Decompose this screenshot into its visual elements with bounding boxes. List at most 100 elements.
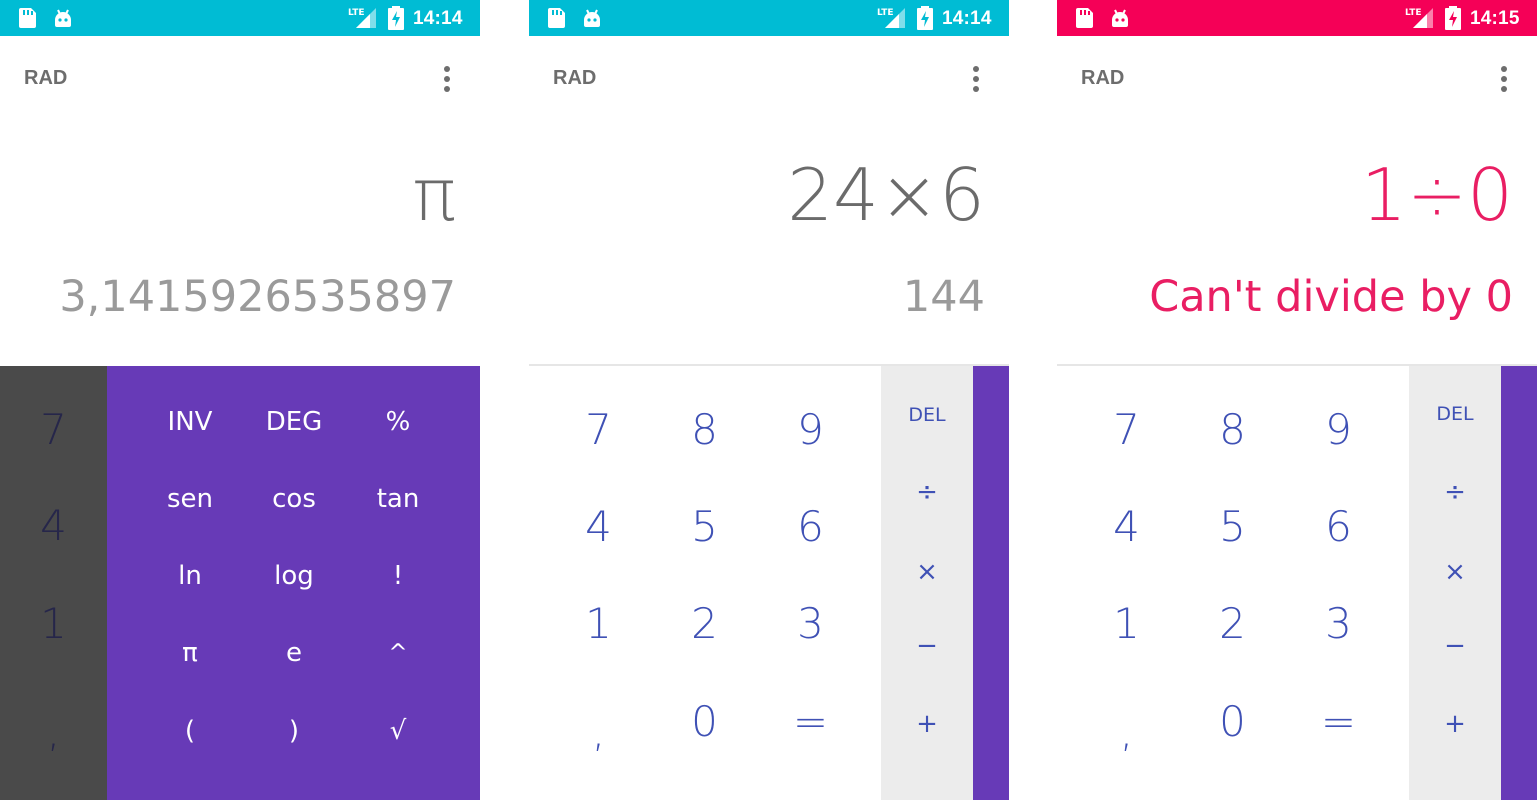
key-0[interactable]: 0 xyxy=(1180,674,1285,770)
angle-mode-label[interactable]: RAD xyxy=(24,67,67,90)
sd-card-icon xyxy=(19,8,36,28)
key-decimal-dimmed: , xyxy=(46,707,61,756)
key-2[interactable]: 2 xyxy=(652,576,757,672)
advanced-panel-handle[interactable] xyxy=(973,366,1009,800)
key-power[interactable]: ^ xyxy=(346,614,450,692)
key-7[interactable]: 7 xyxy=(546,382,651,478)
key-3[interactable]: 3 xyxy=(1286,576,1391,672)
calculator-screen-1: LTE 14:14 RAD π 3,1415926535897 7 4 1 , … xyxy=(0,0,480,800)
key-multiply[interactable]: × xyxy=(881,532,973,612)
overflow-menu-icon[interactable] xyxy=(436,64,458,94)
key-2[interactable]: 2 xyxy=(1180,576,1285,672)
sd-card-icon xyxy=(1076,8,1093,28)
key-equals[interactable]: = xyxy=(758,674,863,770)
android-icon xyxy=(584,9,600,27)
key-delete[interactable]: DEL xyxy=(1409,374,1501,454)
overflow-menu-icon[interactable] xyxy=(1493,64,1515,94)
status-bar: LTE 14:14 xyxy=(0,0,480,36)
key-subtract[interactable]: − xyxy=(881,606,973,686)
key-1-dimmed: 1 xyxy=(40,599,67,648)
key-log[interactable]: log xyxy=(242,537,346,615)
key-tan[interactable]: tan xyxy=(346,460,450,538)
key-add[interactable]: + xyxy=(1409,684,1501,764)
number-pad: 7 8 9 4 5 6 1 2 3 , 0 = xyxy=(1057,366,1409,800)
sd-card-icon xyxy=(548,8,565,28)
key-decimal[interactable]: , xyxy=(1074,684,1179,780)
advanced-panel-handle[interactable] xyxy=(1501,366,1537,800)
overflow-menu-icon[interactable] xyxy=(965,64,987,94)
key-3[interactable]: 3 xyxy=(758,576,863,672)
lte-signal-icon: LTE xyxy=(877,8,905,28)
key-divide[interactable]: ÷ xyxy=(881,452,973,532)
key-e[interactable]: e xyxy=(242,614,346,692)
lte-signal-icon: LTE xyxy=(348,8,376,28)
key-9[interactable]: 9 xyxy=(758,382,863,478)
key-8[interactable]: 8 xyxy=(652,382,757,478)
key-equals[interactable]: = xyxy=(1286,674,1391,770)
operator-pad: DEL ÷ × − + xyxy=(881,366,973,800)
keypad: 7 4 1 , INV DEG % sen cos tan ln log ! π… xyxy=(0,366,480,800)
calculator-screen-3: LTE 14:15 RAD 1÷0 Can't divide by 0 7 8 … xyxy=(1057,0,1537,800)
key-4[interactable]: 4 xyxy=(546,479,651,575)
status-bar: LTE 14:15 xyxy=(1057,0,1537,36)
calculator-screen-2: LTE 14:14 RAD 24×6 144 7 8 9 4 5 6 1 2 3… xyxy=(529,0,1009,800)
svg-text:LTE: LTE xyxy=(877,8,894,18)
key-1[interactable]: 1 xyxy=(546,576,651,672)
key-divide[interactable]: ÷ xyxy=(1409,452,1501,532)
android-icon xyxy=(55,9,71,27)
battery-charging-icon xyxy=(1445,6,1461,30)
error-message: Can't divide by 0 xyxy=(1149,272,1513,322)
lte-signal-icon: LTE xyxy=(1405,8,1433,28)
key-factorial[interactable]: ! xyxy=(346,537,450,615)
battery-charging-icon xyxy=(917,6,933,30)
keypad: 7 8 9 4 5 6 1 2 3 , 0 = DEL ÷ × − + xyxy=(529,366,1009,800)
key-decimal[interactable]: , xyxy=(546,684,651,780)
formula-display[interactable]: π xyxy=(413,152,456,238)
key-7-dimmed: 7 xyxy=(40,405,67,454)
angle-mode-label[interactable]: RAD xyxy=(1081,67,1124,90)
advanced-panel: INV DEG % sen cos tan ln log ! π e ^ ( )… xyxy=(107,366,480,800)
key-9[interactable]: 9 xyxy=(1286,382,1391,478)
key-7[interactable]: 7 xyxy=(1074,382,1179,478)
key-sqrt[interactable]: √ xyxy=(346,692,450,770)
result-display: 3,1415926535897 xyxy=(59,272,456,322)
key-8[interactable]: 8 xyxy=(1180,382,1285,478)
svg-text:LTE: LTE xyxy=(348,8,365,18)
key-5[interactable]: 5 xyxy=(652,479,757,575)
keypad: 7 8 9 4 5 6 1 2 3 , 0 = DEL ÷ × − + xyxy=(1057,366,1537,800)
formula-display[interactable]: 1÷0 xyxy=(1361,152,1513,238)
svg-text:LTE: LTE xyxy=(1405,8,1422,18)
key-4-dimmed: 4 xyxy=(40,501,67,550)
key-1[interactable]: 1 xyxy=(1074,576,1179,672)
key-5[interactable]: 5 xyxy=(1180,479,1285,575)
battery-charging-icon xyxy=(388,6,404,30)
operator-pad: DEL ÷ × − + xyxy=(1409,366,1501,800)
key-right-paren[interactable]: ) xyxy=(242,692,346,770)
key-6[interactable]: 6 xyxy=(1286,479,1391,575)
key-add[interactable]: + xyxy=(881,684,973,764)
key-6[interactable]: 6 xyxy=(758,479,863,575)
status-time: 14:14 xyxy=(942,8,992,29)
key-deg[interactable]: DEG xyxy=(242,383,346,461)
key-0[interactable]: 0 xyxy=(652,674,757,770)
status-time: 14:14 xyxy=(413,8,463,29)
key-cos[interactable]: cos xyxy=(242,460,346,538)
angle-mode-label[interactable]: RAD xyxy=(553,67,596,90)
key-delete[interactable]: DEL xyxy=(881,375,973,455)
key-percent[interactable]: % xyxy=(346,383,450,461)
formula-display[interactable]: 24×6 xyxy=(787,152,985,238)
key-left-paren[interactable]: ( xyxy=(138,692,242,770)
key-ln[interactable]: ln xyxy=(138,537,242,615)
key-sin[interactable]: sen xyxy=(138,460,242,538)
android-icon xyxy=(1112,9,1128,27)
result-display: 144 xyxy=(902,272,985,322)
key-multiply[interactable]: × xyxy=(1409,532,1501,612)
dimmed-number-pad[interactable]: 7 4 1 , xyxy=(0,366,107,800)
key-pi[interactable]: π xyxy=(138,614,242,692)
status-bar: LTE 14:14 xyxy=(529,0,1009,36)
key-inv[interactable]: INV xyxy=(138,383,242,461)
key-subtract[interactable]: − xyxy=(1409,606,1501,686)
number-pad: 7 8 9 4 5 6 1 2 3 , 0 = xyxy=(529,366,881,800)
status-time: 14:15 xyxy=(1470,8,1520,29)
key-4[interactable]: 4 xyxy=(1074,479,1179,575)
